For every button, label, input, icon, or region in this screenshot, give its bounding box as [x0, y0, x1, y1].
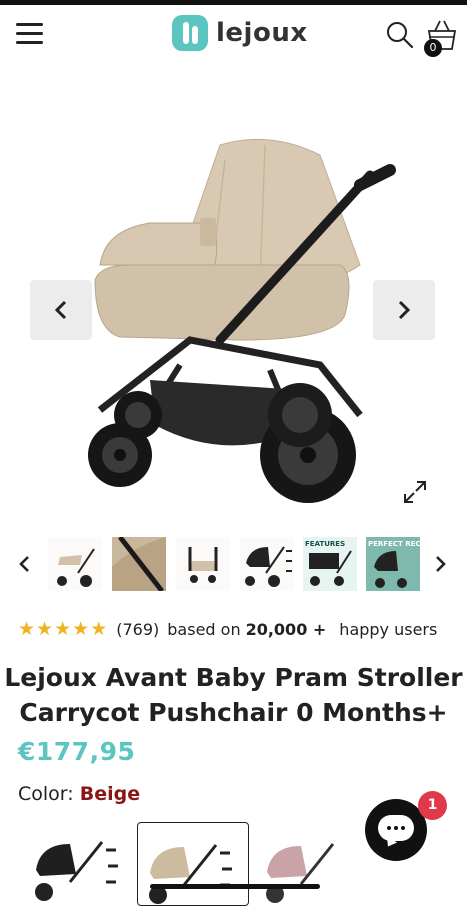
chevron-left-icon: [54, 300, 67, 320]
main-product-image[interactable]: [60, 115, 410, 515]
thumbnail-3[interactable]: [176, 537, 230, 591]
thumbnail-2[interactable]: [112, 537, 166, 591]
thumbnail-5[interactable]: FEATURES: [303, 537, 357, 591]
logo[interactable]: lejoux: [172, 13, 308, 53]
star-icon: ★: [36, 618, 54, 640]
cart-count-badge: 0: [424, 39, 442, 57]
star-rating: ★ ★ ★ ★ ★: [18, 619, 108, 639]
swatch-black[interactable]: [26, 822, 136, 904]
star-icon: ★: [72, 618, 90, 640]
thumbnail-image: [48, 537, 102, 591]
product-gallery: [0, 95, 467, 515]
hamburger-icon[interactable]: [16, 23, 43, 45]
swatch-image: [266, 843, 335, 903]
star-icon: ★: [18, 618, 36, 640]
thumbnail-4[interactable]: [240, 537, 294, 591]
swatch-image: [149, 844, 232, 904]
product-price: €177,95: [18, 737, 136, 766]
expand-icon[interactable]: [403, 480, 427, 504]
color-selection: Color: Beige: [18, 783, 140, 805]
swatch-pink[interactable]: [255, 822, 365, 904]
users-count: 20,000 +: [245, 619, 327, 639]
based-on-text: based on: [167, 619, 241, 639]
home-indicator: [150, 884, 320, 889]
thumbnail-image: [112, 537, 166, 591]
swatch-beige[interactable]: [137, 822, 249, 906]
thumbnail-6[interactable]: PERFECT RECLINE: [366, 537, 420, 591]
chevron-right-icon: [398, 300, 411, 320]
color-label: Color:: [18, 783, 74, 805]
thumbnail-strip: FEATURES PERFECT RECLINE: [0, 535, 467, 595]
logo-mark-icon: [172, 15, 208, 51]
logo-text: lejoux: [216, 18, 308, 48]
color-value: Beige: [79, 783, 141, 805]
rating-row[interactable]: ★ ★ ★ ★ ★ (769) based on 20,000 + happy …: [18, 618, 437, 640]
star-icon: ★: [90, 618, 108, 640]
chat-unread-badge: 1: [418, 791, 447, 820]
thumbnail-1[interactable]: [48, 537, 102, 591]
happy-users-text: happy users: [339, 619, 438, 639]
thumbnails-prev-icon[interactable]: [17, 553, 33, 575]
star-icon: ★: [54, 618, 72, 640]
search-icon[interactable]: [385, 20, 415, 50]
gallery-next-button[interactable]: [373, 280, 435, 340]
thumbnails-next-icon[interactable]: [432, 553, 448, 575]
gallery-prev-button[interactable]: [30, 280, 92, 340]
review-count: (769): [116, 619, 160, 639]
site-header: lejoux 0: [0, 5, 467, 65]
thumbnail-image: [240, 537, 294, 591]
swatch-image: [35, 841, 118, 901]
product-title: Lejoux Avant Baby Pram Stroller Carrycot…: [4, 663, 463, 727]
thumbnail-image: [176, 537, 230, 591]
